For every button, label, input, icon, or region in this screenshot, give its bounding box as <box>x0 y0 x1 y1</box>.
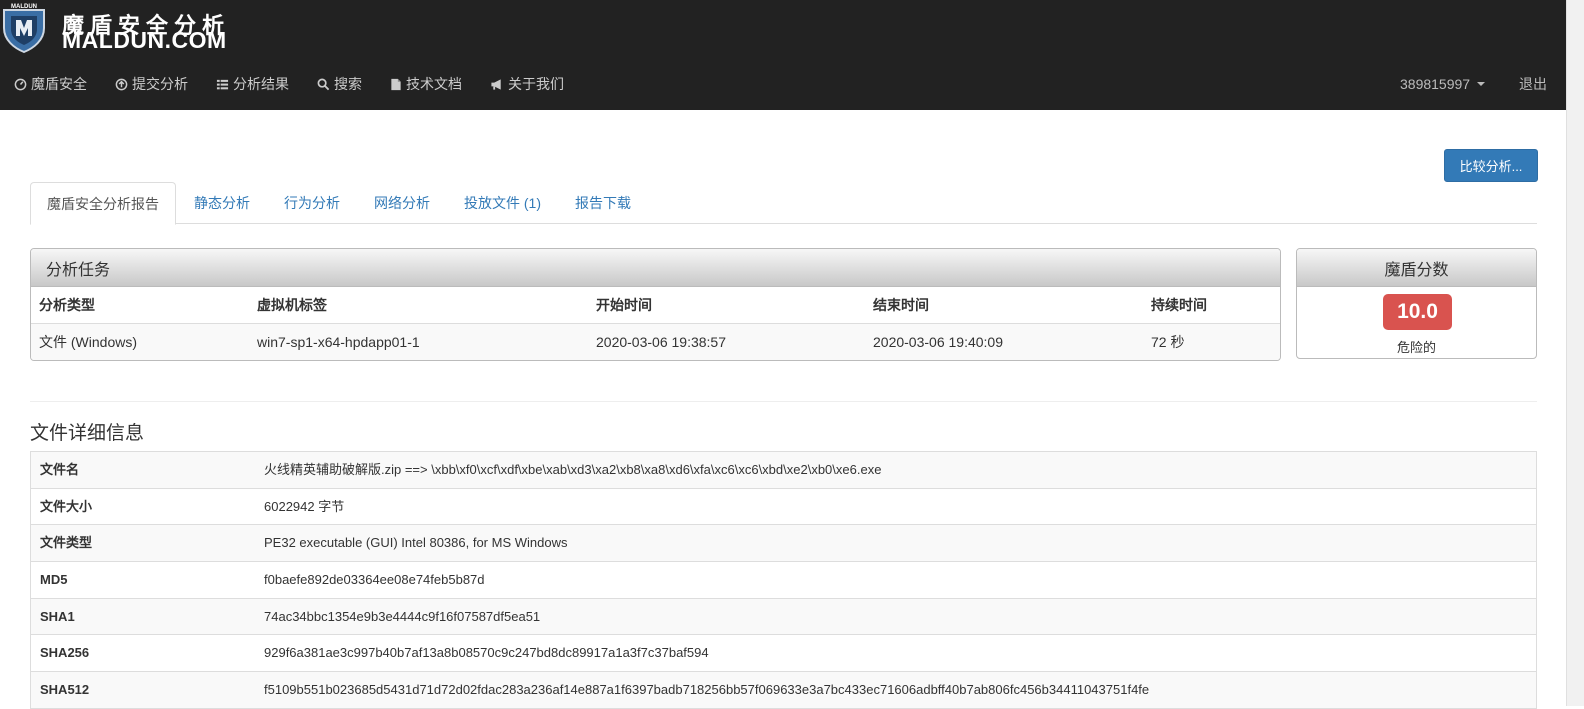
row-key: SHA512 <box>40 682 90 698</box>
row-key: 文件类型 <box>40 535 93 551</box>
row-value: PE32 executable (GUI) Intel 80386, for M… <box>264 535 568 551</box>
upload-icon <box>115 78 128 90</box>
file-details-table: 文件名 火线精英辅助破解版.zip ==> \xbb\xf0\xcf\xdf\x… <box>30 451 1537 709</box>
tab-report[interactable]: 魔盾安全分析报告 <box>30 182 176 225</box>
table-row: 文件大小 6022942 字节 <box>31 489 1536 526</box>
vertical-scrollbar[interactable] <box>1566 0 1584 706</box>
brand-name-en[interactable]: MALDUN.COM <box>62 27 227 54</box>
tab-dropped-files[interactable]: 投放文件 (1) <box>448 182 557 224</box>
start-time: 2020-03-06 19:38:57 <box>596 334 726 350</box>
table-header-row: 分析类型 虚拟机标签 开始时间 结束时间 持续时间 <box>31 287 1280 324</box>
duration: 72 秒 <box>1151 334 1185 350</box>
logout-link[interactable]: 退出 <box>1519 62 1547 106</box>
top-navbar: MALDUN 魔盾安全分析 MALDUN.COM 魔盾安全 提交分析 分析结果 … <box>0 0 1566 110</box>
nav-item-home[interactable]: 魔盾安全 <box>0 62 101 106</box>
nav-item-label: 魔盾安全 <box>31 76 87 92</box>
nav-item-about[interactable]: 关于我们 <box>476 62 578 106</box>
panel-title: 分析任务 <box>31 249 1280 287</box>
row-value: 火线精英辅助破解版.zip ==> \xbb\xf0\xcf\xdf\xbe\x… <box>264 462 882 477</box>
bullhorn-icon <box>491 78 501 90</box>
table-row: SHA512 f5109b551b023685d5431d71d72d02fda… <box>31 672 1536 709</box>
score-panel: 魔盾分数 10.0 危险的 <box>1296 248 1537 359</box>
report-tabs: 魔盾安全分析报告 静态分析 行为分析 网络分析 投放文件 (1) 报告下载 <box>30 182 1537 225</box>
compare-analysis-button[interactable]: 比较分析... <box>1444 149 1538 182</box>
caret-down-icon <box>1477 82 1486 86</box>
row-key: SHA1 <box>40 608 75 624</box>
table-row: SHA1 74ac34bbc1354e9b3e4444c9f16f07587df… <box>31 598 1536 636</box>
divider <box>30 401 1537 402</box>
search-icon <box>317 78 330 90</box>
row-value: f5109b551b023685d5431d71d72d02fdac283a23… <box>264 682 1150 698</box>
analysis-task-panel: 分析任务 分析类型 虚拟机标签 开始时间 结束时间 持续时间 文件 (Windo… <box>30 248 1281 361</box>
table-row: MD5 f0baefe892de03364ee08e74feb5b87d <box>31 562 1536 599</box>
username: 389815997 <box>1400 76 1471 92</box>
row-key: MD5 <box>40 572 68 588</box>
row-key: 文件大小 <box>40 498 93 514</box>
tab-report-download[interactable]: 报告下载 <box>559 182 647 224</box>
row-key: 文件名 <box>40 462 80 477</box>
row-value: 74ac34bbc1354e9b3e4444c9f16f07587df5ea51 <box>264 608 541 624</box>
nav-item-label: 分析结果 <box>233 76 289 92</box>
logo-text: MALDUN <box>11 4 37 10</box>
table-row: 文件类型 PE32 executable (GUI) Intel 80386, … <box>31 525 1536 563</box>
nav-item-search[interactable]: 搜索 <box>303 62 376 106</box>
column-header: 持续时间 <box>1151 297 1207 313</box>
score-badge: 10.0 <box>1383 294 1452 330</box>
panel-title: 魔盾分数 <box>1297 249 1536 287</box>
nav-item-label: 提交分析 <box>132 76 188 92</box>
row-value: 6022942 字节 <box>264 498 345 514</box>
vm-label: win7-sp1-x64-hpdapp01-1 <box>257 334 420 350</box>
maldun-shield-logo[interactable]: MALDUN <box>0 2 48 54</box>
column-header: 开始时间 <box>596 297 652 313</box>
nav-item-submit[interactable]: 提交分析 <box>101 62 202 106</box>
main-nav: 魔盾安全 提交分析 分析结果 搜索 技术文档 关于我们 <box>0 62 578 106</box>
row-key: SHA256 <box>40 645 90 661</box>
nav-item-results[interactable]: 分析结果 <box>202 62 303 106</box>
end-time: 2020-03-06 19:40:09 <box>873 334 1003 350</box>
nav-item-label: 搜索 <box>334 76 362 92</box>
table-row: 文件名 火线精英辅助破解版.zip ==> \xbb\xf0\xcf\xdf\x… <box>31 452 1536 489</box>
nav-item-docs[interactable]: 技术文档 <box>376 62 476 106</box>
tab-static-analysis[interactable]: 静态分析 <box>178 182 266 224</box>
nav-item-label: 关于我们 <box>508 76 564 92</box>
nav-item-label: 技术文档 <box>406 76 462 92</box>
tab-behavior-analysis[interactable]: 行为分析 <box>268 182 356 224</box>
table-row: SHA256 929f6a381ae3c997b40b7af13a8b08570… <box>31 635 1536 673</box>
column-header: 虚拟机标签 <box>257 297 327 313</box>
section-title: 文件详细信息 <box>30 423 145 444</box>
column-header: 结束时间 <box>873 297 929 313</box>
document-icon <box>391 78 401 90</box>
analysis-type: 文件 (Windows) <box>39 334 138 350</box>
table-row: 文件 (Windows) win7-sp1-x64-hpdapp01-1 202… <box>31 324 1280 360</box>
user-dropdown[interactable]: 389815997 <box>1400 62 1486 106</box>
score-label: 危险的 <box>1396 340 1436 355</box>
row-value: 929f6a381ae3c997b40b7af13a8b08570c9c247b… <box>264 645 709 661</box>
row-value: f0baefe892de03364ee08e74feb5b87d <box>264 572 485 588</box>
list-icon <box>216 79 229 89</box>
column-header: 分析类型 <box>39 297 95 313</box>
dashboard-icon <box>14 78 27 90</box>
tab-network-analysis[interactable]: 网络分析 <box>358 182 446 224</box>
